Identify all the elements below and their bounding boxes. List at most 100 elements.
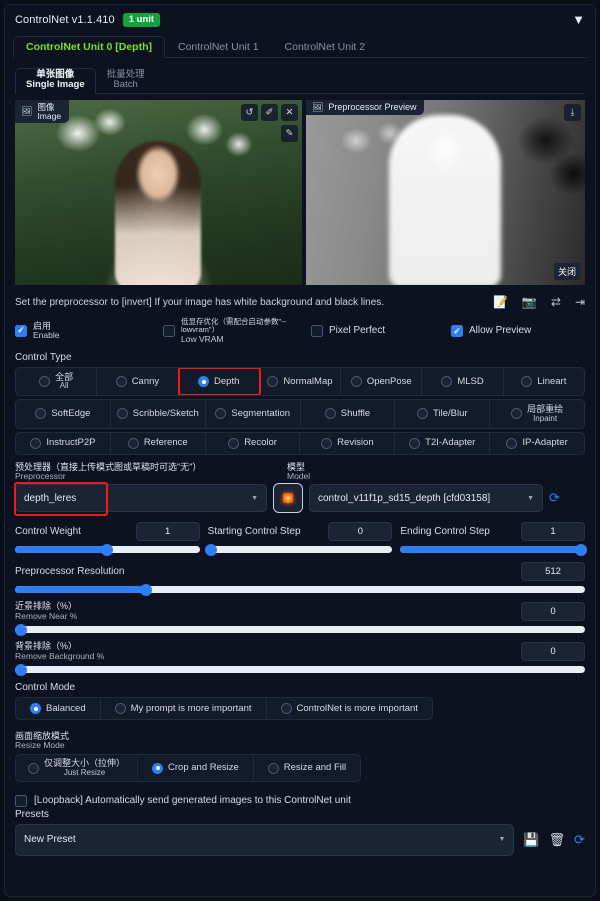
preprocessor-resolution-knob[interactable] — [140, 583, 153, 596]
radio-just-resize[interactable] — [28, 762, 39, 774]
radio-depth[interactable] — [198, 376, 210, 388]
control-type-reference[interactable]: Reference — [111, 432, 206, 454]
send-icon[interactable]: ⇥ — [575, 295, 585, 309]
loopback-row[interactable]: [Loopback] Automatically send generated … — [15, 794, 585, 807]
download-icon[interactable]: ⤓ — [564, 104, 581, 121]
control-mode-balanced[interactable]: Balanced — [16, 698, 101, 720]
control-weight-value[interactable]: 1 — [135, 522, 200, 542]
checkbox-pixel-perfect[interactable]: Pixel Perfect — [311, 325, 451, 337]
radio-shuffle[interactable] — [324, 408, 336, 420]
checkbox-enable[interactable]: 启用 Enable — [15, 321, 163, 340]
radio-lineart[interactable] — [521, 376, 533, 388]
control-type-shuffle[interactable]: Shuffle — [301, 400, 396, 428]
preview-close-button[interactable]: 关闭 — [553, 263, 580, 280]
radio-resize-and-fill[interactable] — [267, 762, 279, 774]
radio-recolor[interactable] — [228, 437, 240, 449]
radio-my-prompt[interactable] — [114, 703, 126, 715]
radio-instructp2p[interactable] — [30, 437, 42, 449]
control-mode-controlnet[interactable]: ControlNet is more important — [267, 698, 432, 719]
control-type-softedge[interactable]: SoftEdge — [16, 400, 111, 428]
control-type-recolor[interactable]: Recolor — [206, 432, 301, 454]
radio-inpaint[interactable] — [511, 408, 523, 420]
edit-icon[interactable]: ✎ — [280, 125, 298, 142]
preprocessor-resolution-value[interactable]: 512 — [521, 562, 585, 582]
low-vram-checkbox-box[interactable] — [163, 325, 175, 337]
erase-icon[interactable]: ✐ — [260, 104, 278, 121]
control-type-tileblur[interactable]: Tile/Blur — [395, 400, 491, 428]
control-type-lineart[interactable]: Lineart — [504, 368, 584, 395]
control-type-instructp2p[interactable]: InstructP2P — [16, 432, 111, 454]
starting-step-knob[interactable] — [205, 543, 218, 556]
radio-ip-adapter[interactable] — [506, 437, 518, 449]
tab-controlnet-unit-2[interactable]: ControlNet Unit 2 — [272, 36, 379, 58]
control-type-normalmap[interactable]: NormalMap — [260, 368, 342, 396]
control-type-scribble[interactable]: Scribble/Sketch — [111, 400, 206, 428]
tab-batch[interactable]: 批量处理 Batch — [96, 68, 156, 94]
radio-canny[interactable] — [115, 376, 127, 388]
loopback-checkbox-box[interactable] — [15, 794, 27, 807]
refresh-presets-icon[interactable]: ⟳ — [574, 832, 585, 848]
radio-openpose[interactable] — [350, 376, 362, 388]
pixel-perfect-checkbox-box[interactable] — [311, 325, 323, 337]
save-preset-icon[interactable]: 💾 — [523, 832, 539, 848]
control-type-t2i-adapter[interactable]: T2I-Adapter — [395, 432, 491, 454]
control-type-depth[interactable]: Depth — [177, 368, 261, 396]
remove-near-slider[interactable] — [14, 623, 585, 636]
radio-all[interactable] — [39, 376, 51, 388]
remove-near-knob[interactable] — [14, 623, 27, 636]
input-image-dropzone[interactable]: 🖼 图像 Image ↺ ✐ ✕ ✎ — [15, 100, 302, 285]
ending-step-slider[interactable] — [400, 543, 588, 556]
control-type-revision[interactable]: Revision — [300, 432, 396, 454]
remove-near-value[interactable]: 0 — [521, 602, 585, 622]
radio-mlsd[interactable] — [441, 376, 453, 388]
control-type-all[interactable]: 全部 All — [16, 368, 98, 396]
radio-softedge[interactable] — [35, 408, 47, 420]
radio-reference[interactable] — [127, 437, 139, 449]
resize-mode-resize-and-fill[interactable]: Resize and Fill — [254, 755, 360, 780]
radio-revision[interactable] — [321, 437, 333, 449]
run-preprocessor-button[interactable] — [273, 483, 303, 514]
radio-scribble[interactable] — [116, 408, 128, 420]
ending-step-value[interactable]: 1 — [521, 522, 586, 542]
radio-segmentation[interactable] — [215, 408, 227, 420]
radio-normalmap[interactable] — [267, 376, 279, 388]
control-type-segmentation[interactable]: Segmentation — [206, 400, 301, 428]
control-type-ip-adapter[interactable]: IP-Adapter — [490, 433, 584, 454]
remove-background-slider[interactable] — [14, 663, 585, 676]
swap-icon[interactable]: ⇄ — [551, 295, 561, 309]
control-type-canny[interactable]: Canny — [97, 368, 179, 396]
collapse-chevron-icon[interactable]: ▼ — [572, 13, 585, 26]
radio-crop-and-resize[interactable] — [152, 762, 164, 774]
preprocessor-preview-box[interactable]: 🖼 Preprocessor Preview ⤓ 关闭 — [305, 100, 585, 285]
tab-controlnet-unit-0[interactable]: ControlNet Unit 0 [Depth] — [13, 36, 165, 58]
tab-single-image[interactable]: 单张图像 Single Image — [15, 68, 96, 94]
resize-mode-crop-and-resize[interactable]: Crop and Resize — [138, 755, 254, 781]
undo-icon[interactable]: ↺ — [240, 104, 258, 121]
tab-controlnet-unit-1[interactable]: ControlNet Unit 1 — [165, 36, 272, 58]
starting-step-slider[interactable] — [205, 543, 393, 556]
ending-step-knob[interactable] — [575, 543, 588, 556]
preset-select[interactable]: New Preset ▼ — [15, 823, 515, 856]
checkbox-low-vram[interactable]: 低显存优化（需配合启动参数"--lowvram"） Low VRAM — [163, 317, 311, 344]
delete-preset-icon[interactable]: 🗑 — [549, 832, 566, 848]
checkbox-allow-preview[interactable]: Allow Preview — [451, 325, 531, 337]
control-type-mlsd[interactable]: MLSD — [422, 368, 504, 396]
control-mode-my-prompt[interactable]: My prompt is more important — [101, 698, 267, 720]
preprocessor-select[interactable]: depth_leres ▼ — [14, 482, 267, 517]
radio-tileblur[interactable] — [417, 408, 429, 420]
control-type-openpose[interactable]: OpenPose — [341, 368, 423, 396]
remove-background-knob[interactable] — [14, 663, 27, 676]
preprocessor-resolution-slider[interactable] — [15, 583, 585, 596]
close-icon[interactable]: ✕ — [280, 104, 298, 121]
radio-controlnet-important[interactable] — [280, 703, 292, 715]
starting-step-value[interactable]: 0 — [328, 522, 393, 542]
control-type-inpaint[interactable]: 局部重绘 Inpaint — [490, 400, 584, 427]
enable-checkbox-box[interactable] — [15, 324, 27, 337]
camera-icon[interactable]: 📷 — [522, 295, 537, 309]
model-select[interactable]: control_v11f1p_sd15_depth [cfd03158] ▼ — [309, 484, 543, 513]
note-icon[interactable]: 📝 — [493, 295, 508, 309]
control-weight-knob[interactable] — [101, 543, 114, 556]
control-weight-slider[interactable] — [15, 543, 200, 556]
remove-background-value[interactable]: 0 — [521, 642, 585, 662]
refresh-models-icon[interactable]: ⟳ — [549, 490, 560, 506]
